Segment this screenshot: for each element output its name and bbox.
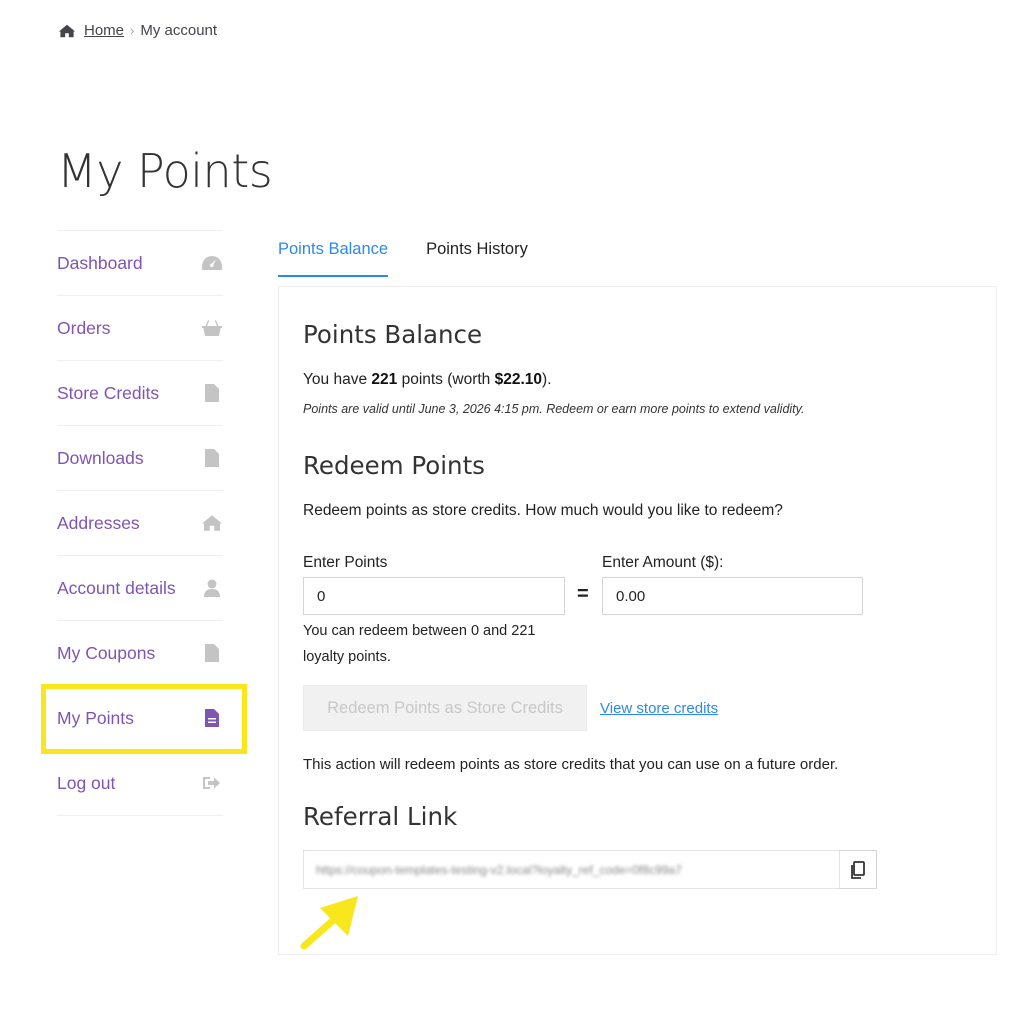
enter-amount-label: Enter Amount ($): [602,554,724,571]
balance-suffix: ). [542,371,552,388]
points-balance-summary: You have 221 points (worth $22.10). [303,371,552,389]
sidebar-item-my-points[interactable]: My Points [57,686,223,751]
page-title: My Points [57,144,273,198]
view-store-credits-link[interactable]: View store credits [600,700,718,717]
copy-button[interactable] [839,851,876,888]
sidebar-item-dashboard[interactable]: Dashboard [57,231,223,296]
equals-sign: = [577,583,589,605]
breadcrumb-current: My account [140,22,218,39]
sidebar-item-my-coupons[interactable]: My Coupons [57,621,223,686]
redeem-action-note: This action will redeem points as store … [303,756,839,773]
copy-icon [851,860,865,879]
balance-prefix: You have [303,371,372,388]
file-icon [201,383,223,403]
balance-middle: points (worth [397,371,495,388]
points-worth: $22.10 [494,371,543,388]
breadcrumb: Home › My account [58,22,217,39]
redeem-points-button[interactable]: Redeem Points as Store Credits [303,685,587,731]
file-download-icon [201,448,223,468]
points-validity-note: Points are valid until June 3, 2026 4:15… [303,402,805,416]
referral-link-input[interactable] [304,851,839,888]
file-icon [201,708,223,728]
redeem-range-note: You can redeem between 0 and 221 loyalty… [303,623,536,665]
redeem-points-heading: Redeem Points [303,451,485,480]
amount-input[interactable] [602,577,863,615]
sidebar-item-store-credits[interactable]: Store Credits [57,361,223,426]
sidebar-item-log-out[interactable]: Log out [57,751,223,816]
dashboard-gauge-icon [201,253,223,273]
referral-link-field [303,850,877,889]
sidebar-item-account-details[interactable]: Account details [57,556,223,621]
points-input[interactable] [303,577,565,615]
account-navigation: Dashboard Orders Store Credits Downloads… [57,230,223,816]
sidebar-item-downloads[interactable]: Downloads [57,426,223,491]
sidebar-item-label: Store Credits [57,382,160,403]
sidebar-item-label: Addresses [57,512,140,533]
sidebar-item-label: My Points [57,707,134,728]
tab-points-balance[interactable]: Points Balance [278,240,389,277]
sidebar-item-label: My Coupons [57,642,156,663]
enter-points-label: Enter Points [303,554,388,571]
points-panel: Points Balance You have 221 points (wort… [278,286,997,955]
sidebar-item-label: Account details [57,577,176,598]
sign-out-icon [201,773,223,793]
points-tabs: Points Balance Points History [278,240,566,277]
basket-icon [201,318,223,338]
breadcrumb-separator: › [130,23,135,38]
points-count: 221 [371,371,398,388]
tab-points-history[interactable]: Points History [426,240,528,277]
sidebar-item-label: Dashboard [57,252,143,273]
referral-link-heading: Referral Link [303,802,458,831]
sidebar-item-orders[interactable]: Orders [57,296,223,361]
home-icon [201,513,223,533]
breadcrumb-home-link[interactable]: Home [84,22,124,39]
home-icon[interactable] [58,23,76,39]
sidebar-item-label: Log out [57,772,116,793]
sidebar-item-addresses[interactable]: Addresses [57,491,223,556]
redeem-description: Redeem points as store credits. How much… [303,502,783,519]
sidebar-item-label: Downloads [57,447,144,468]
file-icon [201,643,223,663]
sidebar-item-label: Orders [57,317,111,338]
points-balance-heading: Points Balance [303,320,483,349]
user-icon [201,578,223,598]
